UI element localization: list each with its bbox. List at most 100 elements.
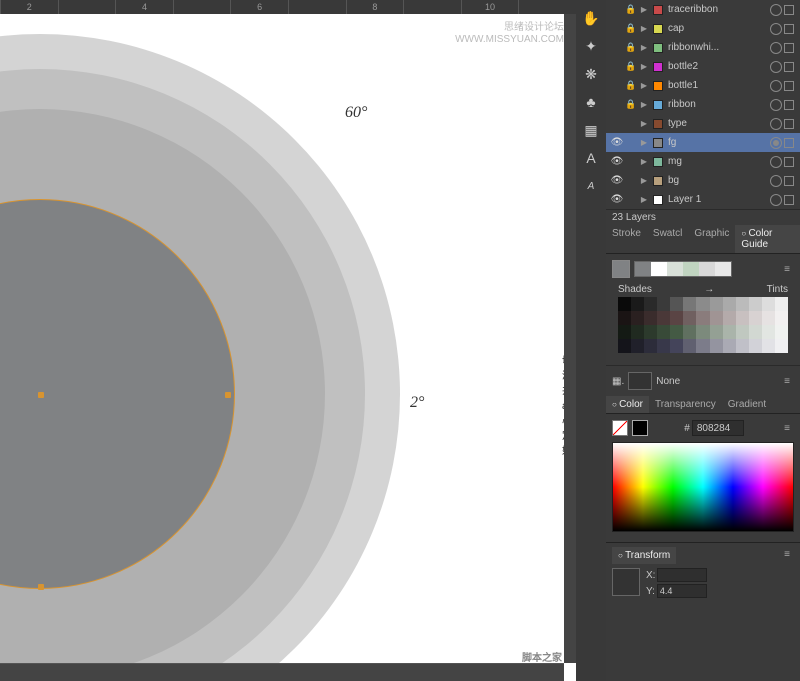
tab-color[interactable]: Color [606, 396, 649, 413]
vertical-scrollbar[interactable] [564, 14, 576, 663]
panel-menu-icon[interactable]: ≡ [780, 421, 794, 436]
gradient-tool-icon[interactable]: ▦ [579, 118, 603, 142]
transform-panel: Transform ≡ X: Y: [606, 542, 800, 604]
target-icon[interactable] [770, 23, 782, 35]
target-icon[interactable] [770, 4, 782, 16]
annotation-60: 60° [345, 104, 367, 122]
visibility-toggle[interactable]: 👁 [610, 137, 624, 148]
expand-icon[interactable]: ▶ [638, 81, 650, 90]
layer-row-traceribbon[interactable]: 🔒▶traceribbon [606, 0, 800, 19]
tab-transparency[interactable]: Transparency [649, 396, 722, 413]
wand-tool-icon[interactable]: ✦ [579, 34, 603, 58]
selection-indicator [784, 157, 794, 167]
panel-menu-icon[interactable]: ≡ [780, 547, 794, 564]
layer-color-swatch [653, 195, 663, 205]
expand-icon[interactable]: ▶ [638, 100, 650, 109]
selection-indicator [784, 43, 794, 53]
target-icon[interactable] [770, 42, 782, 54]
panel-menu-icon[interactable]: ≡ [780, 262, 794, 277]
hex-hash: # [684, 423, 690, 434]
expand-icon[interactable]: ▶ [638, 43, 650, 52]
layer-row-ribbon[interactable]: 🔒▶ribbon [606, 95, 800, 114]
lock-toggle[interactable]: 🔒 [624, 42, 638, 53]
expand-icon[interactable]: ▶ [638, 24, 650, 33]
layer-name: bg [666, 175, 768, 186]
selection-indicator [784, 62, 794, 72]
layer-row-Layer 1[interactable]: 👁▶Layer 1 [606, 190, 800, 209]
shape-tool-icon[interactable]: ♣ [579, 90, 603, 114]
layer-row-type[interactable]: ▶type [606, 114, 800, 133]
tab-stroke[interactable]: Stroke [606, 225, 647, 253]
base-color-swatch[interactable] [612, 260, 630, 278]
anchor-bottom[interactable] [38, 584, 44, 590]
y-input[interactable] [657, 584, 707, 598]
layer-row-bottle2[interactable]: 🔒▶ bottle2 [606, 57, 800, 76]
lock-toggle[interactable]: 🔒 [624, 61, 638, 72]
stroke-color-swatch[interactable] [632, 420, 648, 436]
tab-graphic[interactable]: Graphic [688, 225, 735, 253]
layer-name: bottle2 [666, 61, 768, 72]
expand-icon[interactable]: ▶ [638, 5, 650, 14]
visibility-toggle[interactable]: 👁 [610, 194, 624, 205]
x-input[interactable] [657, 568, 707, 582]
target-icon[interactable] [770, 194, 782, 206]
layer-row-bg[interactable]: 👁 ▶ bg [606, 171, 800, 190]
anchor-right[interactable] [225, 392, 231, 398]
tab-gradient[interactable]: Gradient [722, 396, 772, 413]
layer-row-cap[interactable]: 🔒▶ cap [606, 19, 800, 38]
expand-icon[interactable]: ▶ [638, 62, 650, 71]
artboard[interactable]: 60° 2° 思绪设计论坛WWW.MISSYUAN.COM 脚本之家jiaobe… [0, 14, 576, 681]
spray-tool-icon[interactable]: ❋ [579, 62, 603, 86]
lock-toggle[interactable]: 🔒 [624, 99, 638, 110]
tool-icon-strip: ✋ ✦ ❋ ♣ ▦ A A [576, 0, 606, 681]
type-tool-icon[interactable]: A [579, 146, 603, 170]
type-tool-2-icon[interactable]: A [579, 174, 603, 198]
lock-toggle[interactable]: 🔒 [624, 4, 638, 15]
hex-input[interactable] [692, 420, 744, 436]
tab-color guide[interactable]: Color Guide [735, 225, 800, 253]
no-fill-swatch[interactable] [612, 420, 628, 436]
tab-transform[interactable]: Transform [612, 547, 676, 564]
layer-row-mg[interactable]: 👁 ▶ mg [606, 152, 800, 171]
target-icon[interactable] [770, 156, 782, 168]
layer-name: cap [666, 23, 768, 34]
lock-toggle[interactable]: 🔒 [624, 80, 638, 91]
style-thumb[interactable] [628, 372, 652, 390]
layer-row-ribbonwhi...[interactable]: 🔒▶ ribbonwhi... [606, 38, 800, 57]
layer-row-fg[interactable]: 👁▶fg [606, 133, 800, 152]
color-guide-strip[interactable] [634, 261, 732, 277]
color-panel: ColorTransparencyGradient # ≡ [606, 396, 800, 542]
expand-icon[interactable]: ▶ [638, 119, 650, 128]
hand-tool-icon[interactable]: ✋ [579, 6, 603, 30]
target-icon[interactable] [770, 175, 782, 187]
visibility-toggle[interactable]: 👁 [610, 156, 624, 167]
expand-icon[interactable]: ▶ [638, 176, 650, 185]
styles-icon[interactable]: ▦. [612, 376, 624, 387]
graphic-styles-bar: ▦. None ≡ [606, 365, 800, 396]
visibility-toggle[interactable]: 👁 [610, 175, 624, 186]
panel-menu-icon[interactable]: ≡ [780, 374, 794, 389]
anchor-left[interactable] [38, 392, 44, 398]
expand-icon[interactable]: ▶ [638, 138, 650, 147]
color-spectrum[interactable] [612, 442, 794, 532]
x-label: X: [646, 570, 655, 581]
target-icon[interactable] [770, 99, 782, 111]
target-icon[interactable] [770, 80, 782, 92]
layer-name: mg [666, 156, 768, 167]
layer-name: ribbonwhi... [666, 42, 768, 53]
target-icon[interactable] [770, 137, 782, 149]
horizontal-scrollbar[interactable] [0, 663, 564, 681]
target-icon[interactable] [770, 61, 782, 73]
horizontal-ruler: 2 4 6 8 10 [0, 0, 576, 14]
canvas-area: 2 4 6 8 10 60° 2° 思绪设计论坛WWW.MISSYUAN.COM… [0, 0, 576, 681]
tab-swatcl[interactable]: Swatcl [647, 225, 688, 253]
lock-toggle[interactable]: 🔒 [624, 23, 638, 34]
reference-point[interactable] [612, 568, 640, 596]
expand-icon[interactable]: ▶ [638, 157, 650, 166]
layer-color-swatch [653, 62, 663, 72]
expand-icon[interactable]: ▶ [638, 195, 650, 204]
layer-row-bottle1[interactable]: 🔒▶bottle1 [606, 76, 800, 95]
target-icon[interactable] [770, 118, 782, 130]
selection-indicator [784, 5, 794, 15]
color-guide-grid[interactable] [612, 297, 794, 359]
